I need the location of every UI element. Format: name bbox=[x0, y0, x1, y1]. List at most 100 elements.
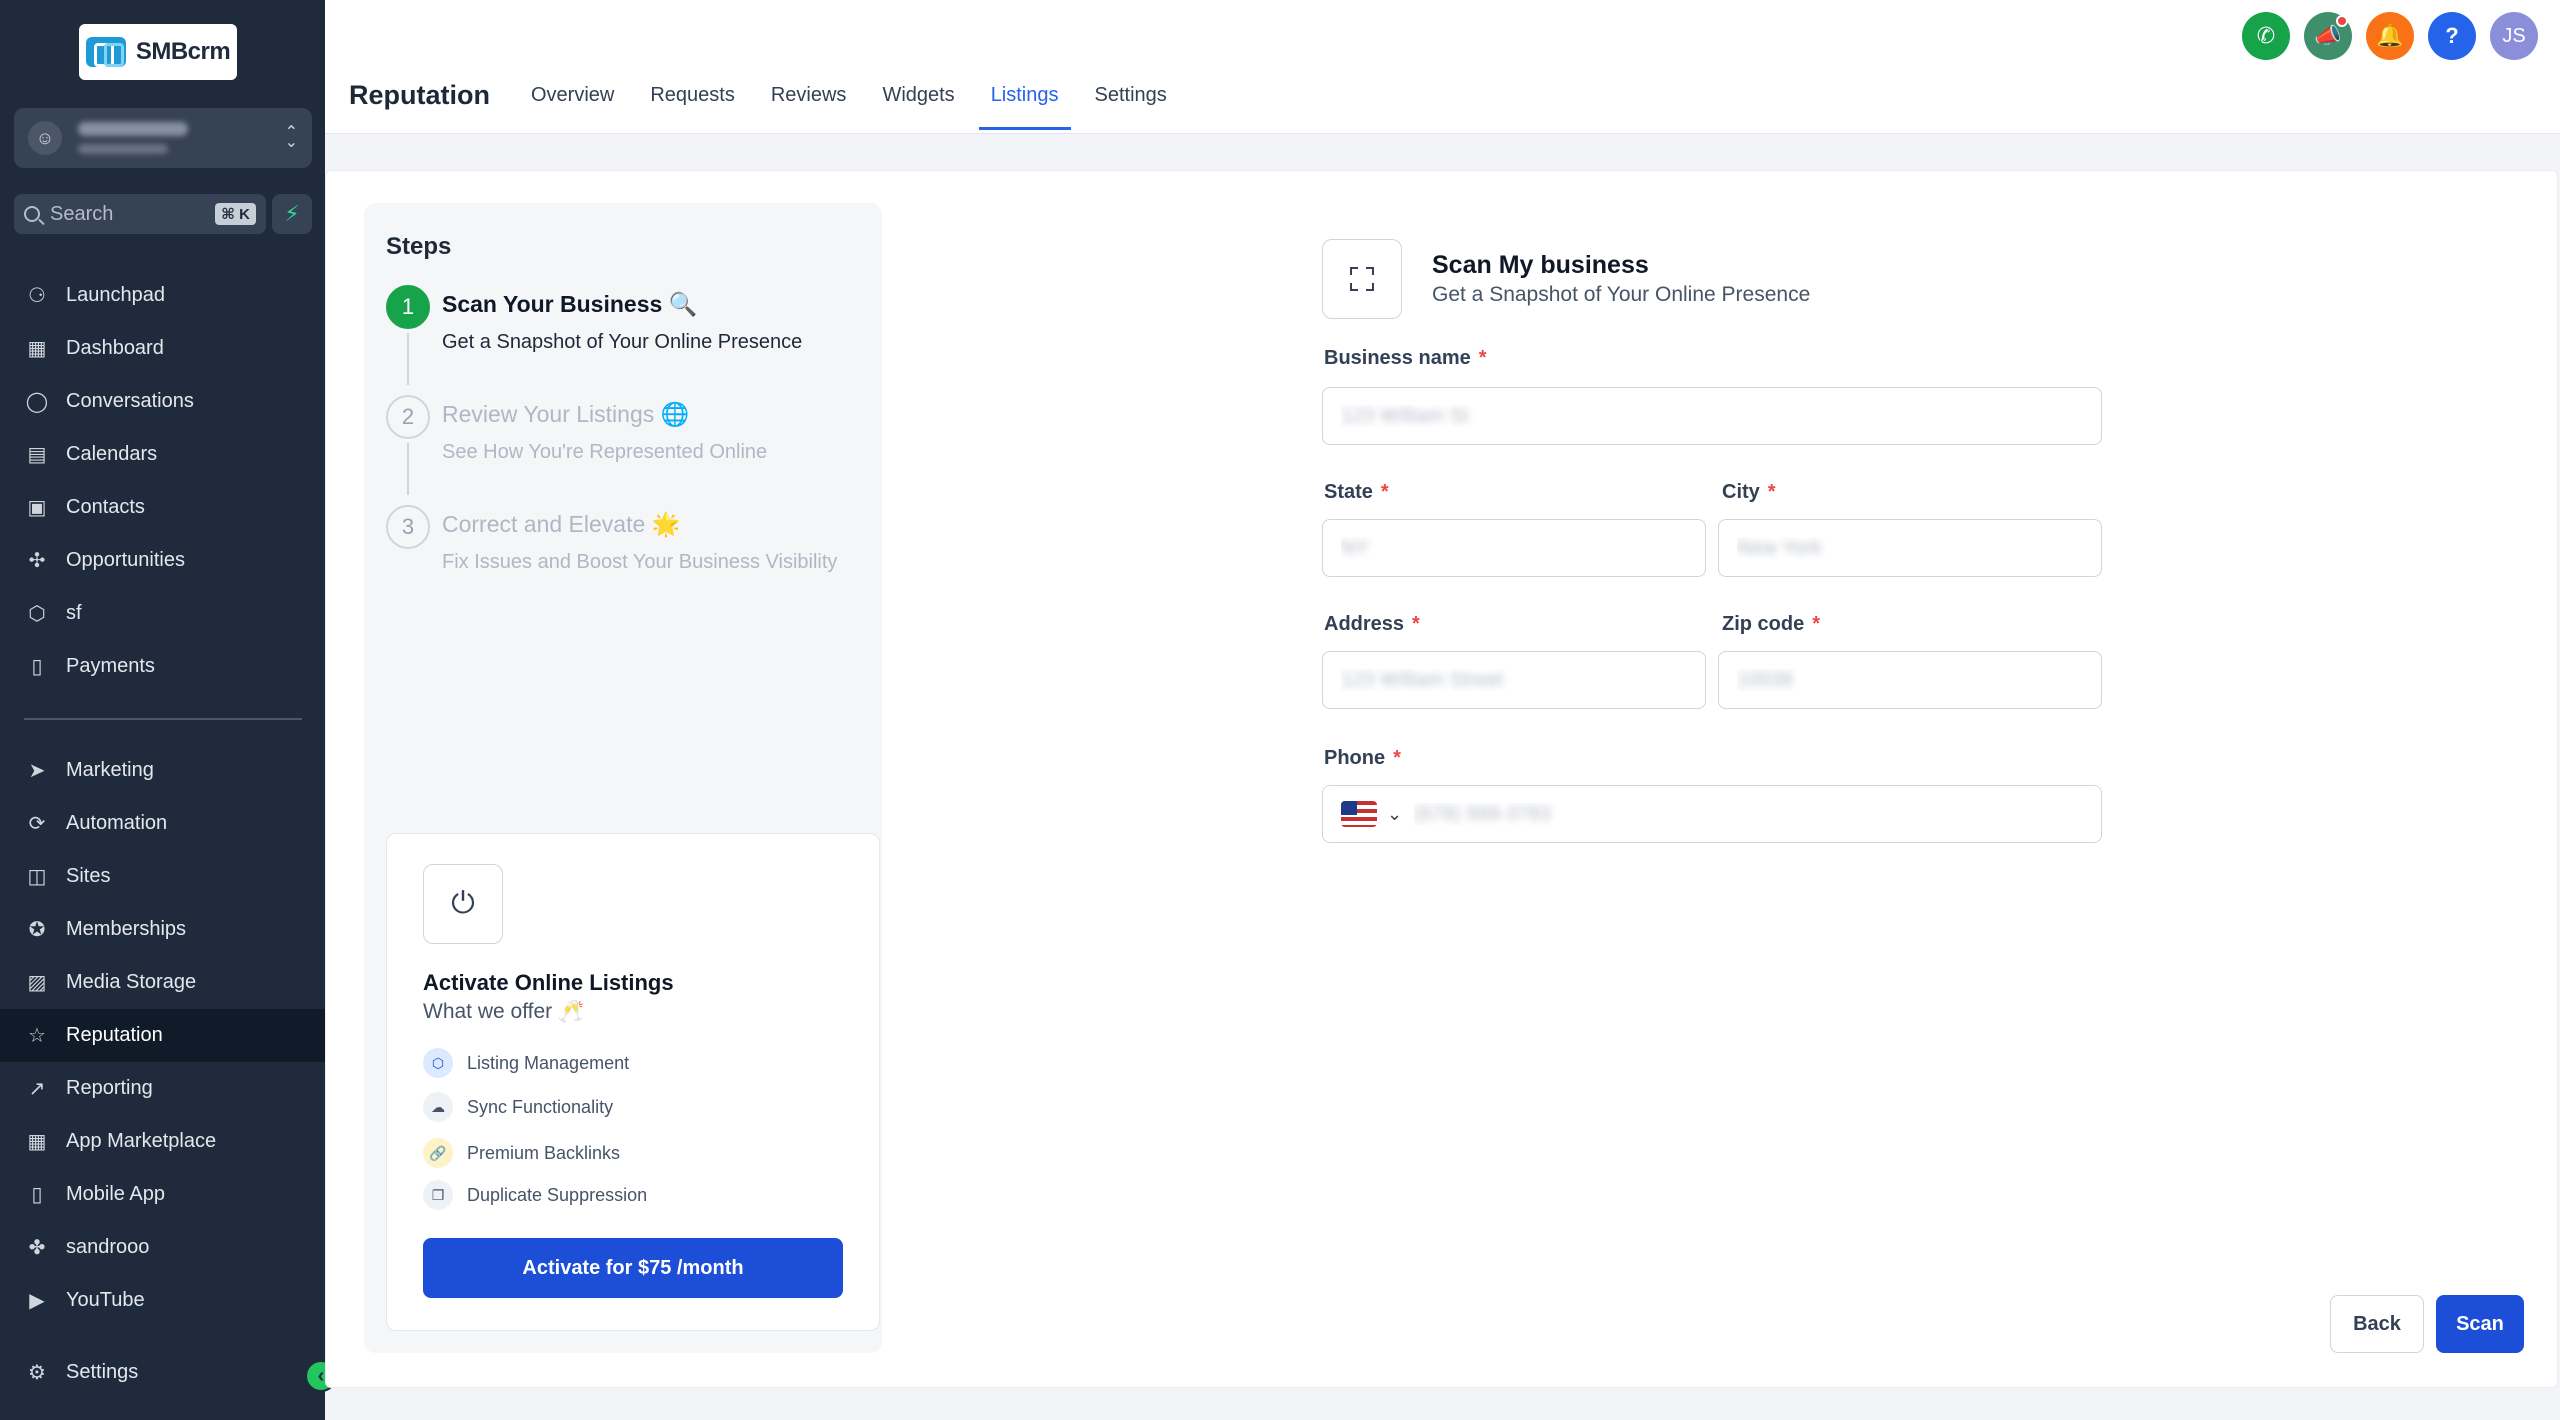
tab-requests[interactable]: Requests bbox=[638, 70, 747, 130]
opportunities-icon: ✣ bbox=[28, 550, 46, 572]
chevron-updown-icon: ⌃ ⌄ bbox=[284, 124, 298, 151]
sidebar-item-media-storage[interactable]: ▨ Media Storage bbox=[0, 956, 325, 1009]
sidebar-item-youtube[interactable]: ▶ YouTube bbox=[0, 1274, 325, 1327]
feature-item: ❐ Duplicate Suppression bbox=[423, 1180, 647, 1210]
address-input[interactable] bbox=[1322, 651, 1706, 709]
form-heading: Scan My business bbox=[1432, 251, 1649, 279]
step-description: Fix Issues and Boost Your Business Visib… bbox=[442, 551, 838, 573]
feature-item: ☁ Sync Functionality bbox=[423, 1092, 613, 1122]
phone-label: Phone * bbox=[1324, 747, 1401, 769]
cloud-icon: ☁ bbox=[423, 1092, 453, 1122]
address-label: Address * bbox=[1324, 613, 1420, 635]
sidebar-item-sites[interactable]: ◫ Sites bbox=[0, 850, 325, 903]
back-button[interactable]: Back bbox=[2330, 1295, 2424, 1353]
us-flag-icon[interactable] bbox=[1341, 801, 1377, 827]
chat-icon: ◯ bbox=[25, 391, 49, 413]
sidebar-item-app-marketplace[interactable]: ▦ App Marketplace bbox=[0, 1115, 325, 1168]
feature-item: 🔗 Premium Backlinks bbox=[423, 1138, 620, 1168]
sidebar-nav-primary: ⚆ Launchpad ▦ Dashboard ◯ Conversations ▤ Ca… bbox=[0, 269, 325, 693]
lightning-icon[interactable]: ⚡ bbox=[272, 194, 312, 234]
scan-icon bbox=[1322, 239, 1402, 319]
sidebar-item-reporting[interactable]: ↗ Reporting bbox=[0, 1062, 325, 1115]
cube-icon: ⬡ bbox=[28, 603, 46, 625]
page-title: Reputation bbox=[349, 80, 490, 110]
brand-name: SMBcrm bbox=[135, 38, 231, 65]
step-connector bbox=[407, 443, 409, 495]
send-icon: ➤ bbox=[28, 760, 46, 782]
sidebar-item-reputation[interactable]: ☆ Reputation bbox=[0, 1009, 325, 1062]
help-icon[interactable]: ? bbox=[2428, 12, 2476, 60]
contacts-icon: ▣ bbox=[27, 497, 47, 519]
grid-icon: ▦ bbox=[27, 338, 47, 360]
sidebar-item-memberships[interactable]: ✪ Memberships bbox=[0, 903, 325, 956]
tab-settings[interactable]: Settings bbox=[1083, 70, 1179, 130]
step-connector bbox=[407, 333, 409, 385]
search-icon bbox=[24, 206, 40, 222]
sidebar-item-contacts[interactable]: ▣ Contacts bbox=[0, 481, 325, 534]
state-label: State * bbox=[1324, 481, 1389, 503]
business-name-label: Business name * bbox=[1324, 347, 1487, 369]
sidebar-item-dashboard[interactable]: ▦ Dashboard bbox=[0, 322, 325, 375]
award-icon: ✪ bbox=[28, 919, 46, 941]
tab-listings[interactable]: Listings bbox=[978, 70, 1071, 130]
activate-subtitle: What we offer 🥂 bbox=[423, 1000, 585, 1023]
zip-code-label: Zip code * bbox=[1722, 613, 1821, 635]
account-switcher[interactable]: ☺ ⌃ ⌄ bbox=[14, 108, 312, 168]
step-title: Scan Your Business 🔍 bbox=[442, 291, 698, 317]
sidebar-item-marketing[interactable]: ➤ Marketing bbox=[0, 744, 325, 797]
phone-icon[interactable]: ✆ bbox=[2242, 12, 2290, 60]
gear-icon: ⚙ bbox=[28, 1362, 46, 1384]
sandrooo-icon: ✤ bbox=[28, 1237, 46, 1259]
megaphone-icon[interactable]: 📣 bbox=[2304, 12, 2352, 60]
sidebar-item-conversations[interactable]: ◯ Conversations bbox=[0, 375, 325, 428]
chevron-down-icon[interactable]: ⌄ bbox=[1387, 804, 1402, 825]
activate-listings-card: ⏻ Activate Online Listings What we offer… bbox=[386, 833, 880, 1331]
sidebar-item-calendars[interactable]: ▤ Calendars bbox=[0, 428, 325, 481]
feature-item: ⬡ Listing Management bbox=[423, 1048, 629, 1078]
copy-icon: ❐ bbox=[423, 1180, 453, 1210]
sidebar-item-payments[interactable]: ▯ Payments bbox=[0, 640, 325, 693]
star-icon: ☆ bbox=[28, 1025, 46, 1047]
sidebar-item-mobile-app[interactable]: ▯ Mobile App bbox=[0, 1168, 325, 1221]
image-icon: ▨ bbox=[27, 972, 47, 994]
scan-button[interactable]: Scan bbox=[2436, 1295, 2524, 1353]
sidebar-item-opportunities[interactable]: ✣ Opportunities bbox=[0, 534, 325, 587]
activate-button[interactable]: Activate for $75 /month bbox=[423, 1238, 843, 1298]
tab-overview[interactable]: Overview bbox=[519, 70, 626, 130]
business-name-input[interactable] bbox=[1322, 387, 2102, 445]
city-label: City * bbox=[1722, 481, 1776, 503]
search-input[interactable]: Search ⌘ K bbox=[14, 194, 266, 234]
step-description: See How You're Represented Online bbox=[442, 441, 768, 463]
top-header: Reputation Overview Requests Reviews Wid… bbox=[325, 0, 2560, 134]
zip-code-input[interactable] bbox=[1718, 651, 2102, 709]
listings-card: Steps 1 Scan Your Business 🔍 Get a Snaps… bbox=[325, 170, 2558, 1388]
sidebar-item-sandrooo[interactable]: ✤ sandrooo bbox=[0, 1221, 325, 1274]
sites-icon: ◫ bbox=[27, 866, 47, 888]
tab-widgets[interactable]: Widgets bbox=[870, 70, 966, 130]
bell-icon[interactable]: 🔔 bbox=[2366, 12, 2414, 60]
sidebar-nav-secondary: ➤ Marketing ⟳ Automation ◫ Sites ✪ Membershi… bbox=[0, 744, 325, 1327]
tab-reviews[interactable]: Reviews bbox=[759, 70, 859, 130]
form-subheading: Get a Snapshot of Your Online Presence bbox=[1432, 283, 1811, 306]
step-title: Review Your Listings 🌐 bbox=[442, 401, 690, 427]
sidebar-item-sf[interactable]: ⬡ sf bbox=[0, 587, 325, 640]
header-actions: ✆ 📣 🔔 ? JS bbox=[2242, 12, 2538, 60]
automation-icon: ⟳ bbox=[28, 813, 46, 835]
brand-logo[interactable]: SMBcrm bbox=[79, 24, 237, 80]
phone-input[interactable] bbox=[1414, 802, 2101, 826]
search-label: Search bbox=[50, 202, 114, 225]
account-name-redacted bbox=[78, 122, 285, 154]
calendar-icon: ▤ bbox=[27, 444, 47, 466]
sidebar-nav-footer: ⚙ Settings bbox=[0, 1346, 325, 1399]
avatar[interactable]: JS bbox=[2490, 12, 2538, 60]
sidebar-item-launchpad[interactable]: ⚆ Launchpad bbox=[0, 269, 325, 322]
sidebar-item-automation[interactable]: ⟳ Automation bbox=[0, 797, 325, 850]
step-number: 1 bbox=[386, 285, 430, 329]
trend-icon: ↗ bbox=[28, 1078, 46, 1100]
sidebar-item-settings[interactable]: ⚙ Settings bbox=[0, 1346, 325, 1399]
phone-field: ⌄ bbox=[1322, 785, 2102, 843]
youtube-icon: ▶ bbox=[29, 1290, 45, 1312]
city-input[interactable] bbox=[1718, 519, 2102, 577]
state-input[interactable] bbox=[1322, 519, 1706, 577]
step-number: 2 bbox=[386, 395, 430, 439]
